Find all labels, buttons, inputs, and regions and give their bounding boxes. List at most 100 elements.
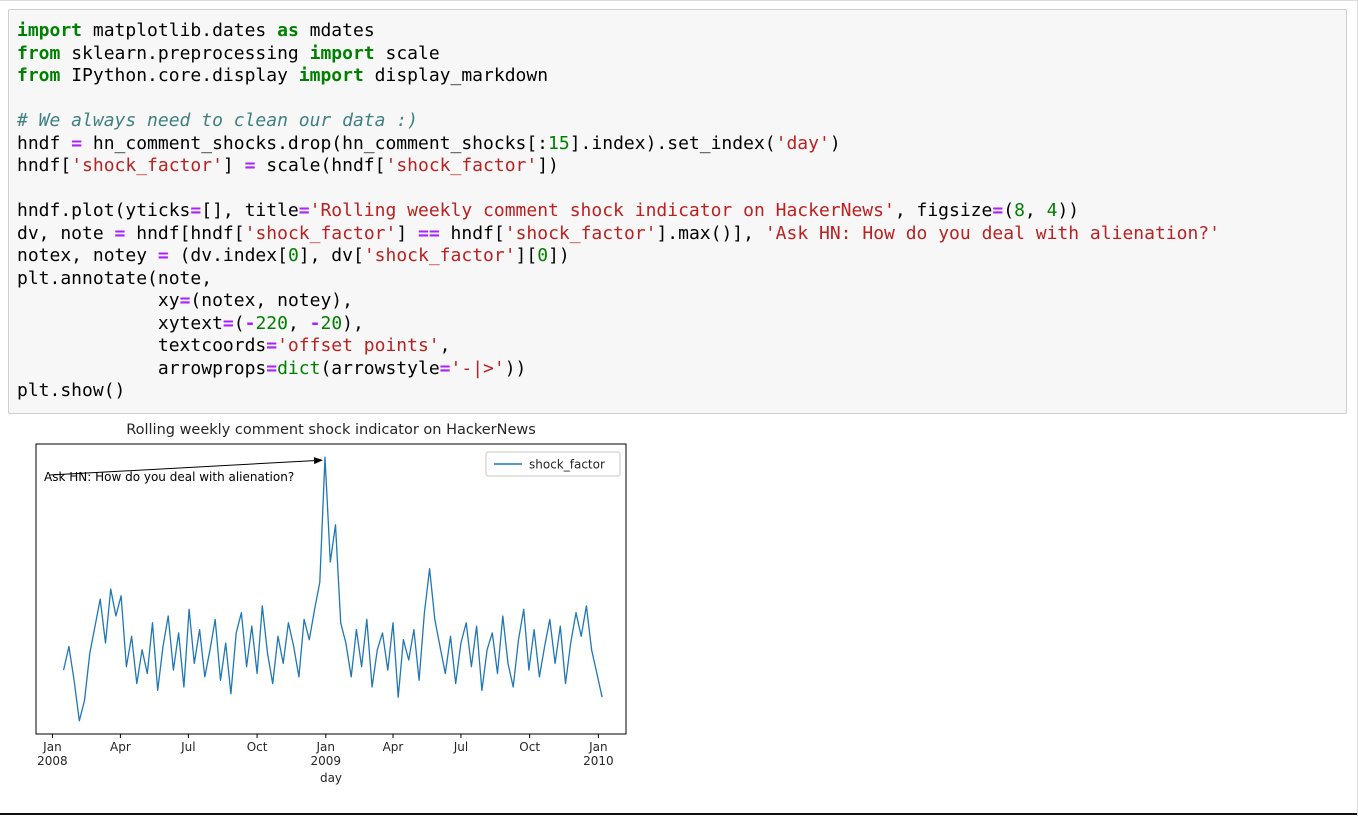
- code-line: hndf.plot(yticks=[], title='Rolling week…: [17, 200, 1338, 223]
- code-token-pl: arrowprops: [17, 358, 266, 379]
- code-token-pl: xytext: [17, 313, 223, 334]
- code-token-op: =: [115, 223, 126, 244]
- code-token-pl: (arrowstyle: [320, 358, 439, 379]
- legend: shock_factor: [486, 452, 620, 476]
- code-token-pl: [], title: [201, 200, 299, 221]
- code-token-pl: ].index).set_index(: [570, 133, 776, 154]
- x-tick-year-label: 2009: [310, 754, 341, 768]
- code-token-pl: ]: [396, 223, 418, 244]
- code-line: hndf['shock_factor'] = scale(hndf['shock…: [17, 155, 1338, 178]
- code-token-pl: (notex, notey),: [190, 290, 353, 311]
- code-token-pl: ], dv[: [299, 245, 364, 266]
- code-token-kw: as: [277, 20, 299, 41]
- code-token-pl: display_markdown: [364, 65, 548, 86]
- code-token-pl: plt.annotate(note,: [17, 268, 212, 289]
- x-tick-label: Jul: [453, 740, 468, 754]
- code-line: xy=(notex, notey),: [17, 290, 1338, 313]
- code-token-str: '-|>': [451, 358, 505, 379]
- notebook-page: import matplotlib.dates as mdatesfrom sk…: [0, 0, 1358, 816]
- code-token-com: # We always need to clean our data :): [17, 110, 418, 131]
- x-tick-label: Oct: [247, 740, 268, 754]
- cell-divider: [0, 813, 1357, 815]
- code-token-op: =: [190, 200, 201, 221]
- code-token-pl: textcoords: [17, 335, 266, 356]
- code-token-pl: scale(hndf[: [255, 155, 385, 176]
- code-token-str: 'shock_factor': [364, 245, 516, 266]
- code-token-num: 8: [1014, 200, 1025, 221]
- code-token-op: =: [992, 200, 1003, 221]
- code-token-pl: hndf[: [440, 223, 505, 244]
- code-token-num: 4: [1047, 200, 1058, 221]
- code-token-pl: matplotlib.dates: [82, 20, 277, 41]
- code-token-str: 'shock_factor': [245, 223, 397, 244]
- code-token-pl: xy: [17, 290, 180, 311]
- code-token-kw: import: [310, 43, 375, 64]
- code-line: [17, 178, 1338, 201]
- code-token-kw: import: [17, 20, 82, 41]
- code-token-op: =: [223, 313, 234, 334]
- code-line: from sklearn.preprocessing import scale: [17, 43, 1338, 66]
- code-token-bi: dict: [277, 358, 320, 379]
- code-line: import matplotlib.dates as mdates: [17, 20, 1338, 43]
- code-line: notex, notey = (dv.index[0], dv['shock_f…: [17, 245, 1338, 268]
- code-cell[interactable]: import matplotlib.dates as mdatesfrom sk…: [8, 9, 1347, 414]
- code-token-str: 'shock_factor': [505, 223, 657, 244]
- code-token-op: =: [180, 290, 191, 311]
- code-token-op: =: [245, 155, 256, 176]
- code-token-op: =: [71, 133, 82, 154]
- code-token-pl: hndf[: [17, 155, 71, 176]
- code-token-pl: (: [1003, 200, 1014, 221]
- matplotlib-figure: Jan2008AprJulOctJan2009AprJulOctJan2010d…: [14, 415, 654, 787]
- x-tick-label: Jul: [180, 740, 195, 754]
- code-token-str: 'shock_factor': [385, 155, 537, 176]
- code-token-pl: ].max()],: [656, 223, 764, 244]
- code-token-kw: from: [17, 65, 60, 86]
- code-token-pl: hndf[hndf[: [125, 223, 244, 244]
- x-axis-label: day: [320, 771, 342, 785]
- code-token-pl: dv, note: [17, 223, 115, 244]
- code-token-pl: sklearn.preprocessing: [60, 43, 309, 64]
- code-token-op: =: [266, 335, 277, 356]
- annotation-text: Ask HN: How do you deal with alienation?: [44, 470, 294, 484]
- code-token-pl: (: [234, 313, 245, 334]
- x-tick-label: Jan: [42, 740, 62, 754]
- code-token-str: 'Rolling weekly comment shock indicator …: [310, 200, 895, 221]
- code-token-pl: ]): [548, 245, 570, 266]
- code-token-pl: ]: [223, 155, 245, 176]
- x-tick-year-label: 2010: [583, 754, 614, 768]
- code-token-pl: )): [1057, 200, 1079, 221]
- code-token-num: 15: [548, 133, 570, 154]
- code-token-op: =: [266, 358, 277, 379]
- chart-output: Jan2008AprJulOctJan2009AprJulOctJan2010d…: [14, 415, 654, 792]
- code-token-pl: ,: [288, 313, 310, 334]
- code-token-pl: (dv.index[: [169, 245, 288, 266]
- code-token-pl: IPython.core.display: [60, 65, 298, 86]
- code-token-op: =: [158, 245, 169, 266]
- code-line: plt.show(): [17, 380, 1338, 403]
- x-tick-label: Apr: [110, 740, 131, 754]
- chart-title: Rolling weekly comment shock indicator o…: [126, 422, 536, 438]
- code-editor[interactable]: import matplotlib.dates as mdatesfrom sk…: [17, 20, 1338, 403]
- code-token-pl: scale: [375, 43, 440, 64]
- x-tick-year-label: 2008: [37, 754, 68, 768]
- code-line: dv, note = hndf[hndf['shock_factor'] == …: [17, 223, 1338, 246]
- x-tick-label: Jan: [316, 740, 336, 754]
- code-token-pl: hndf: [17, 133, 71, 154]
- code-token-pl: notex, notey: [17, 245, 158, 266]
- code-token-op: ==: [418, 223, 440, 244]
- code-token-pl: ]): [537, 155, 559, 176]
- code-token-pl: )): [505, 358, 527, 379]
- code-token-pl: ): [830, 133, 841, 154]
- code-line: hndf = hn_comment_shocks.drop(hn_comment…: [17, 133, 1338, 156]
- code-token-kw: from: [17, 43, 60, 64]
- code-line: xytext=(-220, -20),: [17, 313, 1338, 336]
- code-line: # We always need to clean our data :): [17, 110, 1338, 133]
- code-line: from IPython.core.display import display…: [17, 65, 1338, 88]
- code-token-str: 'shock_factor': [71, 155, 223, 176]
- code-token-str: 'offset points': [277, 335, 440, 356]
- code-line: plt.annotate(note,: [17, 268, 1338, 291]
- code-token-kw: import: [299, 65, 364, 86]
- code-token-str: 'Ask HN: How do you deal with alienation…: [765, 223, 1220, 244]
- code-token-pl: ,: [440, 335, 451, 356]
- code-token-num: 20: [320, 313, 342, 334]
